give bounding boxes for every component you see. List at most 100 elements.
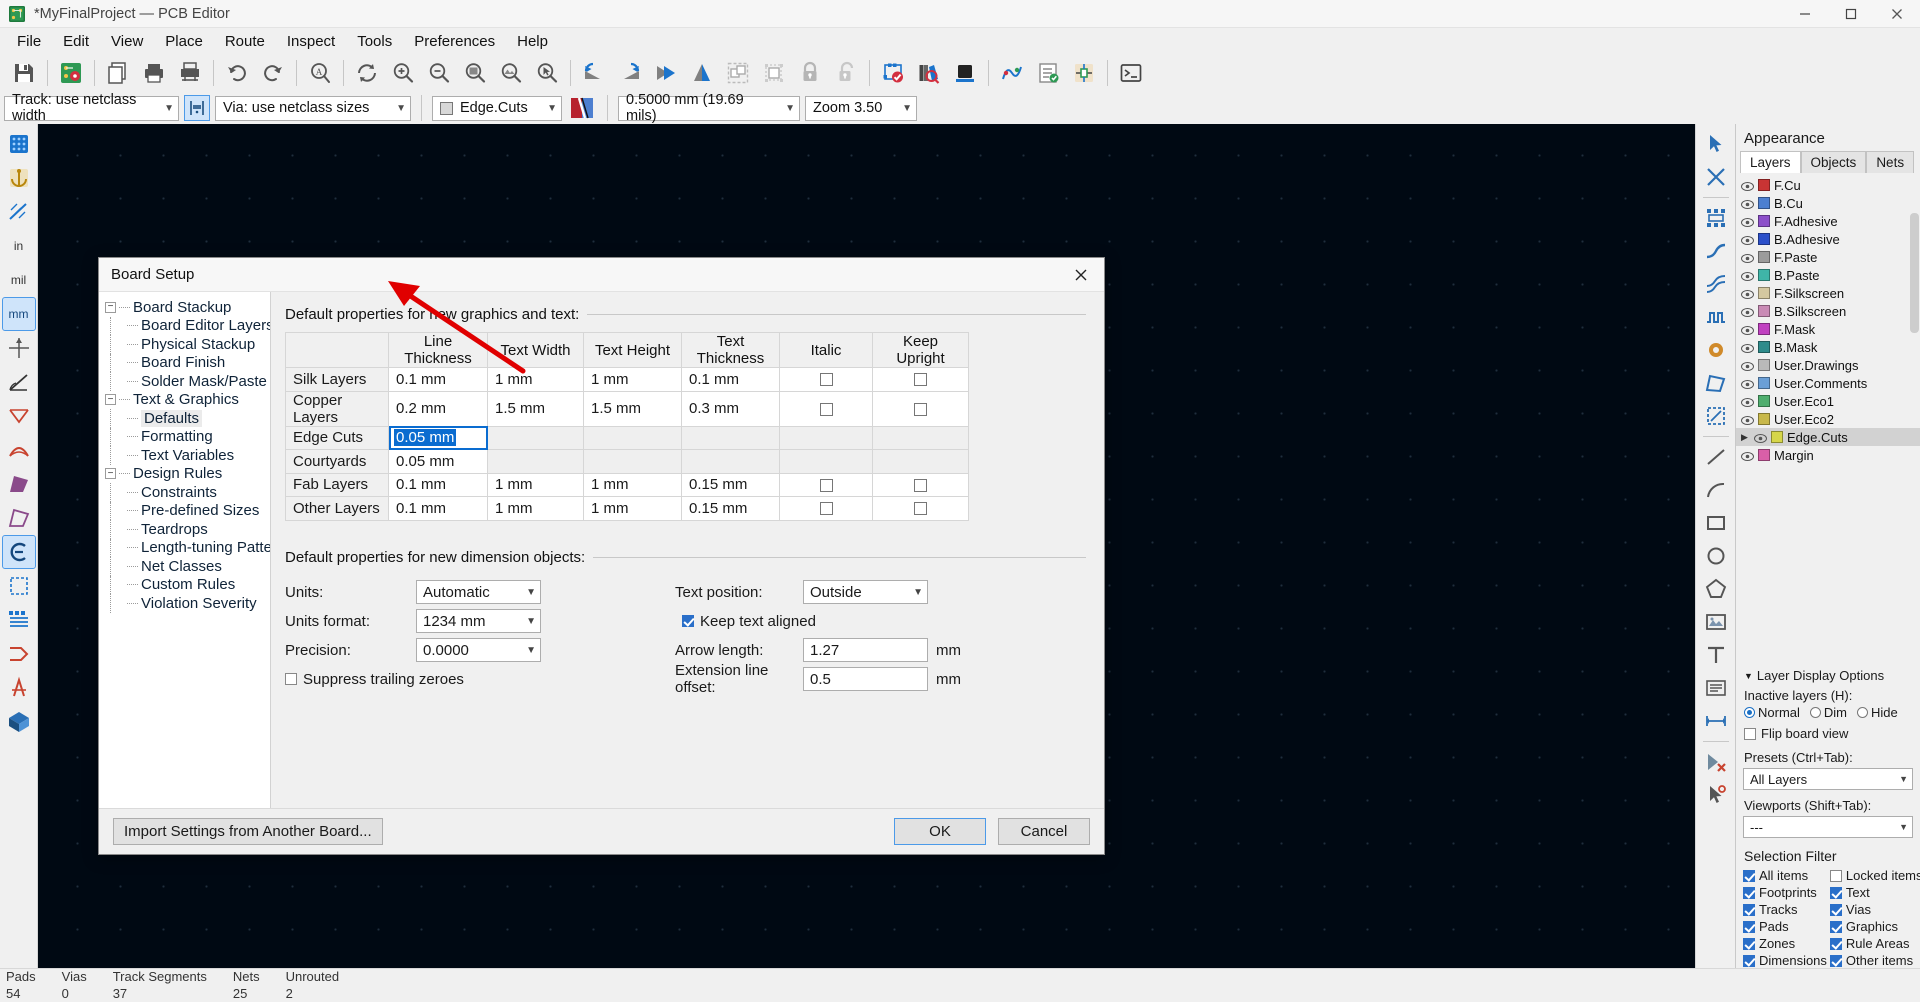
cell-text-thickness[interactable]: 0.15 mm <box>681 496 780 521</box>
tree-item-board-editor-layers[interactable]: Board Editor Layers <box>105 316 270 335</box>
flip-board-view-checkbox[interactable] <box>1744 727 1756 740</box>
filter-zones[interactable]: Zones <box>1743 936 1827 951</box>
zoom-fit-objects-icon[interactable] <box>493 56 529 90</box>
rotate-cw-icon[interactable] <box>612 56 648 90</box>
layer-row-fmask[interactable]: F.Mask <box>1736 320 1920 338</box>
text-position-select[interactable]: Outside ▼ <box>803 580 928 604</box>
tree-item-text-and-graphics[interactable]: − Text & Graphics <box>105 391 270 410</box>
flip-vertical-icon[interactable] <box>684 56 720 90</box>
menu-preferences[interactable]: Preferences <box>403 30 506 53</box>
filter-graphics[interactable]: Graphics <box>1829 919 1920 934</box>
filter-checkbox[interactable] <box>1829 869 1842 882</box>
footprint-library-icon[interactable] <box>911 56 947 90</box>
cell-text-height[interactable]: 1.5 mm <box>583 390 682 427</box>
tree-item-board-finish[interactable]: Board Finish <box>105 353 270 372</box>
visibility-eye-icon[interactable] <box>1741 450 1754 461</box>
tree-item-pre-defined-sizes[interactable]: Pre-defined Sizes <box>105 501 270 520</box>
layer-color-swatch[interactable] <box>1758 305 1770 317</box>
layer-row-badhesive[interactable]: B.Adhesive <box>1736 230 1920 248</box>
visibility-eye-icon[interactable] <box>1741 360 1754 371</box>
add-text-icon[interactable] <box>1699 639 1733 671</box>
filter-pads[interactable]: Pads <box>1743 919 1827 934</box>
visibility-eye-icon[interactable] <box>1741 342 1754 353</box>
scripting-console-icon[interactable] <box>1113 56 1149 90</box>
grid-origin-icon[interactable] <box>3 128 35 160</box>
cell-line-thickness[interactable]: 0.1 mm <box>388 472 488 497</box>
plot-icon[interactable] <box>172 56 208 90</box>
cell-italic[interactable] <box>779 390 873 427</box>
close-icon[interactable] <box>1064 260 1098 290</box>
zoom-fit-page-icon[interactable] <box>457 56 493 90</box>
arrow-length-input[interactable]: 1.27 <box>803 638 928 662</box>
filter-vias[interactable]: Vias <box>1829 902 1920 917</box>
menu-inspect[interactable]: Inspect <box>276 30 346 53</box>
pcb-canvas[interactable]: Board Setup − Board Stackup Board Editor… <box>38 124 1695 968</box>
tune-length-icon[interactable] <box>1699 301 1733 333</box>
flip-board-view-row[interactable]: Flip board view <box>1736 721 1920 742</box>
draw-polygon-icon[interactable] <box>1699 573 1733 605</box>
cell-text-height[interactable]: 1 mm <box>583 496 682 521</box>
cell-text-height[interactable]: 1 mm <box>583 367 682 392</box>
layer-row-margin[interactable]: Margin <box>1736 446 1920 464</box>
visibility-eye-icon[interactable] <box>1741 414 1754 425</box>
visibility-eye-icon[interactable] <box>1741 252 1754 263</box>
tree-item-defaults[interactable]: Defaults <box>105 409 270 428</box>
net-inspector-icon[interactable] <box>994 56 1030 90</box>
radio-hide[interactable] <box>1857 707 1869 718</box>
measure-icon[interactable] <box>3 196 35 228</box>
layer-row-bcu[interactable]: B.Cu <box>1736 194 1920 212</box>
redo-icon[interactable] <box>255 56 291 90</box>
refresh-icon[interactable] <box>349 56 385 90</box>
table-row[interactable]: Silk Layers 0.1 mm 1 mm 1 mm 0.1 mm <box>285 367 969 392</box>
net-color-icon[interactable] <box>3 672 35 704</box>
zoom-select[interactable]: Zoom 3.50 ▼ <box>805 95 917 121</box>
cursor-full-icon[interactable] <box>3 332 35 364</box>
unit-mil-icon[interactable]: mil <box>3 264 35 296</box>
layer-list-scrollbar[interactable] <box>1910 213 1919 333</box>
filter-rule-areas[interactable]: Rule Areas <box>1829 936 1920 951</box>
filter-dimensions[interactable]: Dimensions <box>1743 953 1827 968</box>
filter-checkbox[interactable] <box>1829 920 1842 933</box>
cell-upright[interactable] <box>872 367 969 392</box>
menu-tools[interactable]: Tools <box>346 30 403 53</box>
print-icon[interactable] <box>136 56 172 90</box>
layer-color-swatch[interactable] <box>1758 251 1770 263</box>
layer-color-swatch[interactable] <box>1758 359 1770 371</box>
undo-icon[interactable] <box>219 56 255 90</box>
filter-footprints[interactable]: Footprints <box>1743 885 1827 900</box>
filter-checkbox[interactable] <box>1829 937 1842 950</box>
3d-view-icon[interactable] <box>3 706 35 738</box>
cell-line-thickness[interactable]: 0.05 mm <box>388 449 488 474</box>
cell-italic[interactable] <box>779 367 873 392</box>
menu-help[interactable]: Help <box>506 30 559 53</box>
draw-arc-icon[interactable] <box>1699 474 1733 506</box>
filter-checkbox[interactable] <box>1829 903 1842 916</box>
add-textbox-icon[interactable] <box>1699 672 1733 704</box>
layer-row-fcu[interactable]: F.Cu <box>1736 176 1920 194</box>
layer-row-userdrawings[interactable]: User.Drawings <box>1736 356 1920 374</box>
import-settings-button[interactable]: Import Settings from Another Board... <box>113 818 383 845</box>
unit-mm-icon[interactable]: mm <box>1 297 36 331</box>
lock-icon[interactable] <box>792 56 828 90</box>
radio-normal[interactable] <box>1744 707 1755 718</box>
filter-text[interactable]: Text <box>1829 885 1920 900</box>
route-diffpair-icon[interactable] <box>1699 268 1733 300</box>
tree-item-design-rules[interactable]: − Design Rules <box>105 465 270 484</box>
draw-line-icon[interactable] <box>1699 441 1733 473</box>
layer-color-swatch[interactable] <box>1771 431 1783 443</box>
tree-item-net-classes[interactable]: Net Classes <box>105 557 270 576</box>
layer-color-swatch[interactable] <box>1758 269 1770 281</box>
unlock-icon[interactable] <box>828 56 864 90</box>
suppress-zeroes-row[interactable]: Suppress trailing zeroes <box>285 665 675 694</box>
select-cursor-icon[interactable] <box>1699 128 1733 160</box>
presets-select[interactable]: All Layers ▼ <box>1743 768 1913 790</box>
radio-dim[interactable] <box>1809 707 1821 718</box>
layer-row-fpaste[interactable]: F.Paste <box>1736 248 1920 266</box>
filter-checkbox[interactable] <box>1743 886 1755 899</box>
maximize-button[interactable] <box>1828 0 1874 28</box>
tree-item-length-tuning-patterns[interactable]: Length-tuning Patterns <box>105 538 270 557</box>
visibility-eye-icon[interactable] <box>1741 396 1754 407</box>
tree-item-board-stackup[interactable]: − Board Stackup <box>105 298 270 317</box>
cell-text-width[interactable]: 1 mm <box>487 367 584 392</box>
layer-row-usereco2[interactable]: User.Eco2 <box>1736 410 1920 428</box>
